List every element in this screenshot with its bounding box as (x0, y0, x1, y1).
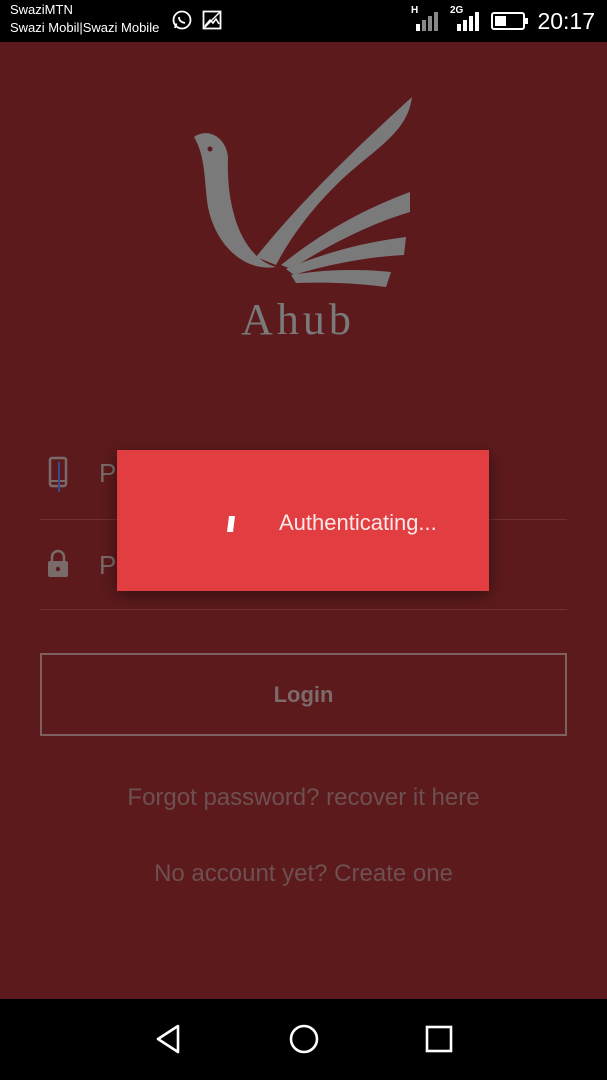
spinner-icon (227, 516, 235, 532)
battery-icon (491, 12, 528, 30)
navigation-bar (0, 999, 607, 1080)
carrier-secondary: Swazi Mobil|Swazi Mobile (10, 20, 160, 35)
image-icon (202, 10, 222, 30)
recents-icon[interactable] (422, 1022, 456, 1056)
home-icon[interactable] (287, 1022, 321, 1056)
dialog-message: Authenticating... (279, 510, 437, 535)
back-icon[interactable] (152, 1022, 186, 1056)
lock-icon (48, 549, 68, 577)
phone-placeholder: P (99, 458, 117, 488)
carrier-primary: SwaziMTN (10, 2, 73, 17)
status-bar: SwaziMTN Swazi Mobil|Swazi Mobile H 2G 2… (0, 0, 607, 42)
ahub-logo: Ahub (194, 97, 412, 342)
forgot-password-link[interactable]: Forgot password? recover it here (0, 784, 607, 812)
signal-icon (416, 12, 438, 31)
progress-dialog: Authenticating... (117, 450, 489, 591)
logo-text: Ahub (241, 295, 355, 342)
create-account-link[interactable]: No account yet? Create one (0, 860, 607, 888)
signal-icon (457, 12, 479, 31)
password-placeholder: P (99, 550, 117, 580)
login-button[interactable]: Login (40, 653, 567, 736)
whatsapp-icon (172, 10, 192, 30)
status-clock: 20:17 (537, 8, 595, 34)
login-screen: Ahub P P Login Forgot password? recover … (0, 42, 607, 999)
text-cursor (58, 462, 60, 492)
